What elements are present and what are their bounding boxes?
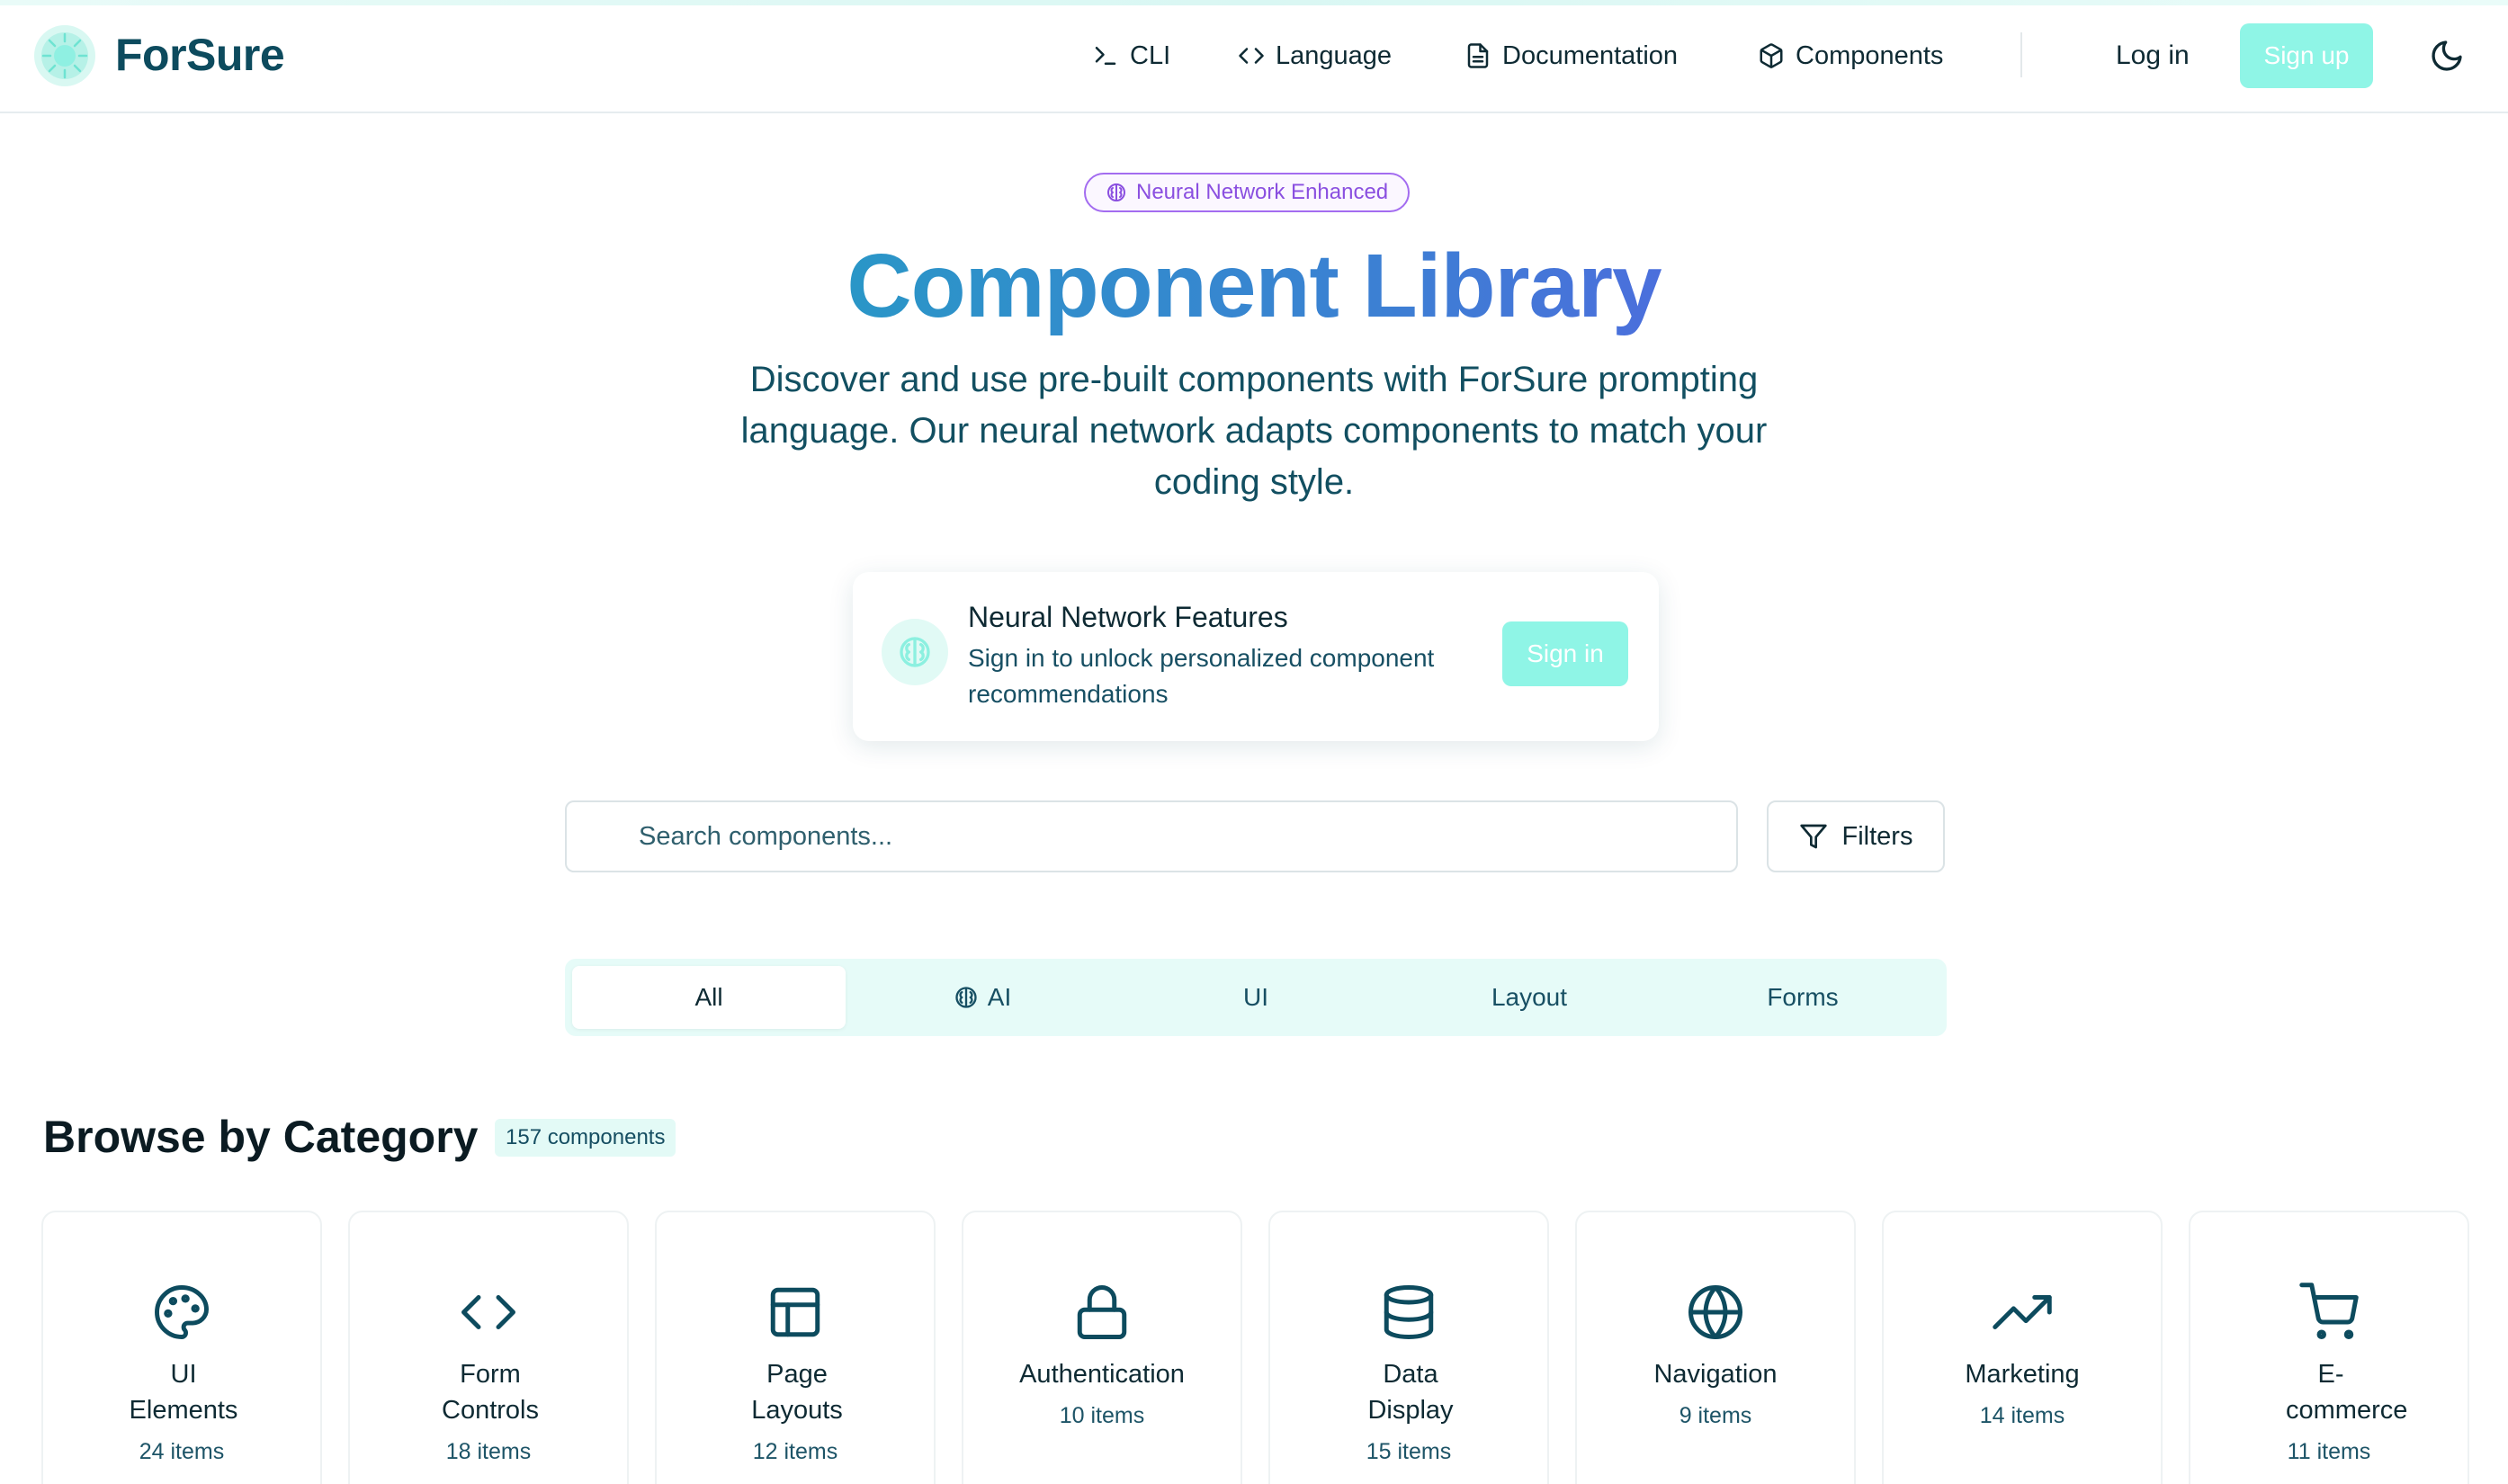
- code-icon: [461, 1295, 515, 1329]
- search-input[interactable]: Search components...: [565, 800, 1738, 872]
- terminal-icon: [1095, 47, 1116, 65]
- category-card-e-commerce[interactable]: E-commerce 11 items: [2189, 1211, 2469, 1484]
- layout-icon: [770, 1287, 820, 1337]
- page-title-text: Component Library: [846, 236, 1662, 336]
- page-title: Component Library: [0, 230, 2508, 342]
- category-name: Form Controls: [442, 1360, 539, 1425]
- neural-card-icon-wrap: [882, 619, 948, 685]
- category-name: E-commerce: [2286, 1360, 2408, 1425]
- category-count: 12 items: [752, 1439, 838, 1464]
- tab-all-label: All: [694, 983, 723, 1011]
- category-card-form-controls[interactable]: Form Controls 18 items: [348, 1211, 629, 1484]
- category-name: Page Layouts: [751, 1360, 843, 1425]
- search-placeholder: Search components...: [639, 822, 893, 851]
- header-accent-line: [0, 0, 2508, 5]
- tab-ai-label: AI: [987, 983, 1012, 1011]
- category-name: UI Elements: [129, 1360, 238, 1425]
- nav-divider: [2020, 32, 2022, 77]
- brain-icon: [900, 637, 930, 667]
- tab-forms-label: Forms: [1767, 983, 1839, 1011]
- brain-icon: [1107, 183, 1125, 201]
- page-subtitle: Discover and use pre-built components wi…: [740, 360, 1768, 502]
- login-link[interactable]: Log in: [2116, 34, 2190, 77]
- code-icon: [1239, 48, 1264, 64]
- tab-all[interactable]: All: [572, 966, 846, 1029]
- tab-ui[interactable]: UI: [1119, 966, 1393, 1029]
- category-card-page-layouts[interactable]: Page Layouts 12 items: [655, 1211, 936, 1484]
- trending-up-icon: [1993, 1295, 2052, 1329]
- category-count: 15 items: [1366, 1439, 1452, 1464]
- neural-card-title: Neural Network Features: [968, 601, 1288, 633]
- nav-components-label: Components: [1796, 41, 1944, 70]
- category-card-navigation[interactable]: Navigation 9 items: [1575, 1211, 1856, 1484]
- category-name: Data Display: [1367, 1360, 1454, 1425]
- brand-name[interactable]: ForSure: [115, 27, 285, 83]
- nav-cli-label: CLI: [1130, 41, 1171, 70]
- neural-card-description: Sign in to unlock personalized component…: [968, 644, 1435, 708]
- category-name: Marketing: [1965, 1360, 2080, 1389]
- moon-icon: [2432, 40, 2462, 71]
- neural-signin-button[interactable]: Sign in: [1502, 621, 1628, 686]
- filters-button[interactable]: Filters: [1767, 800, 1945, 872]
- category-tabs: All AI UI Layout Forms: [565, 959, 1947, 1036]
- tab-ai[interactable]: AI: [846, 966, 1119, 1029]
- brain-icon: [955, 987, 977, 1008]
- category-count: 10 items: [1059, 1403, 1145, 1428]
- category-card-data-display[interactable]: Data Display 15 items: [1268, 1211, 1549, 1484]
- category-count: 9 items: [1679, 1403, 1752, 1428]
- lock-icon: [1077, 1285, 1127, 1339]
- nav-language[interactable]: Language: [1238, 34, 1392, 77]
- tab-forms[interactable]: Forms: [1666, 966, 1939, 1029]
- category-name: Navigation: [1653, 1360, 1778, 1389]
- category-name: Authentication: [1019, 1360, 1185, 1389]
- nav-components[interactable]: Components: [1758, 34, 1943, 77]
- neural-badge-label: Neural Network Enhanced: [1136, 180, 1389, 204]
- filter-icon: [1799, 824, 1827, 849]
- logo-icon[interactable]: [32, 23, 97, 88]
- nav-cli[interactable]: CLI: [1092, 34, 1170, 77]
- tab-layout[interactable]: Layout: [1393, 966, 1666, 1029]
- neural-features-card: Neural Network Features Sign in to unloc…: [853, 572, 1659, 741]
- nav-language-label: Language: [1276, 41, 1393, 70]
- browse-heading: Browse by Category: [43, 1112, 479, 1162]
- category-count: 14 items: [1979, 1403, 2065, 1428]
- palette-icon: [155, 1285, 209, 1339]
- category-card-ui-elements[interactable]: UI Elements 24 items: [41, 1211, 322, 1484]
- component-count-badge: 157 components: [495, 1119, 676, 1157]
- nav-documentation-label: Documentation: [1502, 41, 1679, 70]
- category-count: 11 items: [2287, 1439, 2371, 1464]
- signup-button[interactable]: Sign up: [2240, 23, 2373, 88]
- box-icon: [1760, 43, 1783, 68]
- category-count: 18 items: [445, 1439, 532, 1464]
- category-count: 24 items: [139, 1439, 225, 1464]
- shopping-cart-icon: [2299, 1283, 2359, 1339]
- globe-icon: [1688, 1285, 1742, 1339]
- database-icon: [1384, 1285, 1434, 1339]
- theme-toggle-button[interactable]: [2429, 38, 2465, 74]
- neural-badge: Neural Network Enhanced: [1084, 173, 1411, 212]
- file-text-icon: [1467, 43, 1489, 68]
- filters-label: Filters: [1841, 821, 1913, 851]
- tab-layout-label: Layout: [1491, 983, 1568, 1011]
- category-card-marketing[interactable]: Marketing 14 items: [1882, 1211, 2163, 1484]
- category-card-authentication[interactable]: Authentication 10 items: [962, 1211, 1242, 1484]
- tab-ui-label: UI: [1243, 983, 1268, 1011]
- nav-documentation[interactable]: Documentation: [1464, 34, 1678, 77]
